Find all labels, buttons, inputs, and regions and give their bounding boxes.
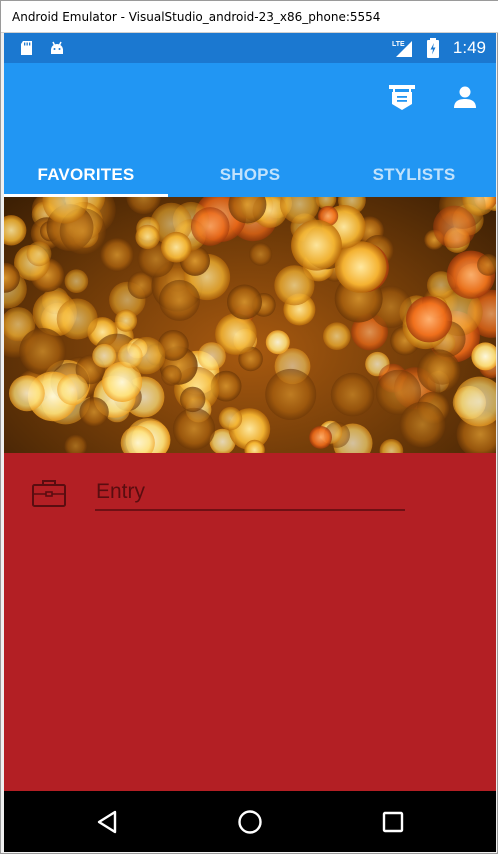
toolbar-action-store[interactable]	[386, 81, 418, 113]
window-title: Android Emulator - VisualStudio_android-…	[12, 10, 381, 24]
back-triangle-icon	[97, 810, 117, 834]
sd-card-icon	[21, 41, 32, 55]
nav-recents-button[interactable]	[378, 807, 408, 837]
tab-bar: FAVORITES SHOPS STYLISTS	[4, 153, 496, 197]
tab-stylists[interactable]: STYLISTS	[332, 153, 496, 197]
recents-square-icon	[382, 811, 404, 833]
android-nav-bar	[4, 791, 496, 852]
emulator-window: Android Emulator - VisualStudio_android-…	[0, 0, 498, 854]
status-bar: LTE 1:49	[4, 33, 496, 63]
home-circle-icon	[238, 810, 262, 834]
status-time: 1:49	[452, 38, 486, 57]
tab-favorites[interactable]: FAVORITES	[4, 153, 168, 197]
store-sign-icon	[389, 85, 415, 110]
battery-charging-icon	[427, 38, 439, 58]
window-titlebar[interactable]: Android Emulator - VisualStudio_android-…	[1, 1, 498, 33]
toolbar-action-profile[interactable]	[449, 81, 481, 113]
nav-home-button[interactable]	[235, 807, 265, 837]
briefcase-icon	[32, 480, 66, 507]
entry-field[interactable]	[95, 475, 405, 511]
bokeh-lights-graphic	[4, 197, 496, 453]
hero-bokeh-image	[4, 197, 496, 453]
phone-screen: LTE 1:49 FAVORITES SHOPS STYLISTS Entry	[4, 33, 496, 852]
nav-back-button[interactable]	[92, 807, 122, 837]
lte-signal-icon: LTE	[392, 41, 412, 57]
form-section	[4, 453, 496, 791]
tab-shops[interactable]: SHOPS	[168, 153, 332, 197]
android-debug-icon	[51, 41, 63, 54]
app-bar: FAVORITES SHOPS STYLISTS	[4, 63, 496, 197]
person-icon	[454, 86, 476, 108]
network-type-label: LTE	[392, 41, 405, 48]
